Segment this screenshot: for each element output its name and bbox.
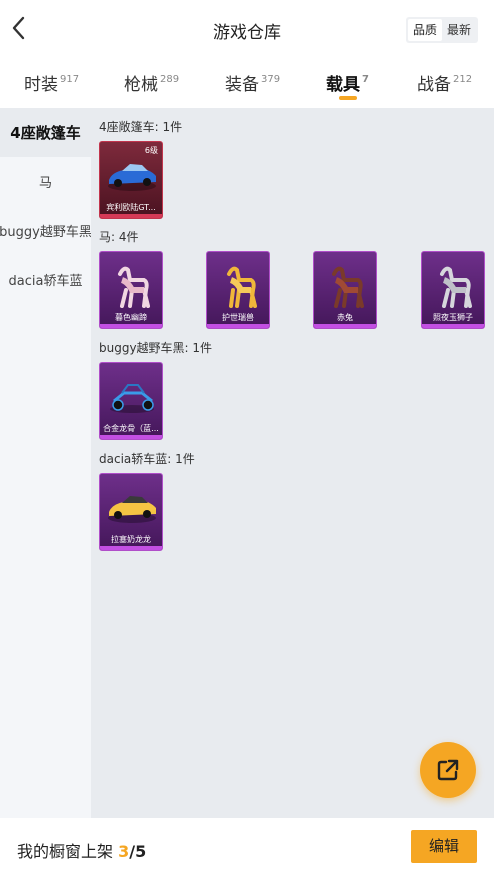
showcase-total-count: 5: [135, 842, 147, 861]
header: 游戏仓库 品质 最新: [0, 0, 494, 58]
rarity-bar: [100, 435, 162, 439]
item-card[interactable]: 照夜玉狮子: [421, 251, 485, 329]
rarity-bar: [207, 324, 269, 328]
sidebar-item-buggy[interactable]: buggy越野车黑: [0, 206, 92, 255]
sort-option-quality[interactable]: 品质: [408, 19, 442, 41]
showcase-current-count: 3: [118, 842, 130, 861]
tab-label: 战备: [417, 75, 451, 95]
tab-count: 7: [362, 74, 369, 85]
item-name: 照夜玉狮子: [433, 313, 473, 322]
tab-label: 枪械: [124, 75, 158, 95]
item-name: 拉塞奶龙龙: [111, 535, 151, 544]
item-list: 4座敞篷车: 1件 6级 宾利欧陆GT... 马: 4件 暮色幽蹄 护世瑞兽 赤…: [91, 108, 494, 818]
section-title: 4座敞篷车: 1件: [99, 120, 183, 134]
tab-fashion[interactable]: 时装 917: [24, 70, 79, 95]
share-button[interactable]: [420, 742, 476, 798]
horse-image: [440, 266, 472, 308]
active-tab-indicator: [339, 96, 357, 100]
horse-image: [227, 266, 257, 308]
sort-option-latest[interactable]: 最新: [442, 19, 476, 41]
tab-supplies[interactable]: 战备 212: [417, 70, 472, 95]
rarity-bar: [100, 324, 162, 328]
item-card[interactable]: 护世瑞兽: [206, 251, 270, 329]
item-level: 6级: [144, 146, 158, 155]
item-card[interactable]: 暮色幽蹄: [99, 251, 163, 329]
section-title: dacia轿车蓝: 1件: [99, 452, 195, 466]
section-title: 马: 4件: [99, 230, 139, 244]
item-name: 宾利欧陆GT...: [106, 203, 156, 212]
sidebar-item-dacia[interactable]: dacia轿车蓝: [0, 255, 91, 304]
rarity-bar: [100, 214, 162, 218]
item-name: 合金龙骨（蓝...: [103, 424, 159, 433]
tab-count: 379: [261, 74, 281, 85]
rarity-bar: [314, 324, 376, 328]
tab-count: 212: [453, 74, 473, 85]
tab-label: 装备: [225, 75, 259, 95]
car-image: [108, 496, 156, 523]
footer: 我的橱窗上架 3/5 编辑: [0, 818, 494, 875]
item-card[interactable]: 合金龙骨（蓝...: [99, 362, 163, 440]
section-title: buggy越野车黑: 1件: [99, 341, 213, 355]
tab-count: 289: [160, 74, 180, 85]
car-image: [108, 164, 156, 191]
sidebar-item-horse[interactable]: 马: [0, 157, 91, 206]
tab-weapons[interactable]: 枪械 289: [124, 70, 179, 95]
item-name: 赤兔: [337, 313, 353, 322]
tab-label: 载具: [326, 75, 360, 95]
horse-image: [118, 266, 150, 308]
tab-equipment[interactable]: 装备 379: [225, 70, 280, 95]
item-card[interactable]: 赤兔: [313, 251, 377, 329]
tab-vehicles[interactable]: 载具 7: [326, 70, 369, 95]
tab-label: 时装: [24, 75, 58, 95]
rarity-bar: [422, 324, 484, 328]
showcase-label: 我的橱窗上架: [17, 842, 114, 861]
category-tabs: 时装 917 枪械 289 装备 379 载具 7 战备 212: [0, 58, 494, 108]
item-name: 护世瑞兽: [222, 313, 254, 322]
edit-button[interactable]: 编辑: [411, 830, 477, 863]
item-name: 暮色幽蹄: [115, 313, 147, 322]
rarity-bar: [100, 546, 162, 550]
share-icon: [437, 759, 459, 781]
sidebar: 4座敞篷车 马 buggy越野车黑 dacia轿车蓝: [0, 108, 92, 818]
sort-toggle: 品质 最新: [406, 17, 478, 43]
buggy-image: [110, 384, 154, 413]
horse-image: [332, 266, 364, 308]
item-card[interactable]: 拉塞奶龙龙: [99, 473, 163, 551]
sidebar-item-convertible[interactable]: 4座敞篷车: [0, 108, 91, 157]
item-card[interactable]: 6级 宾利欧陆GT...: [99, 141, 163, 219]
tab-count: 917: [60, 74, 80, 85]
showcase-status: 我的橱窗上架 3/5: [17, 838, 146, 862]
